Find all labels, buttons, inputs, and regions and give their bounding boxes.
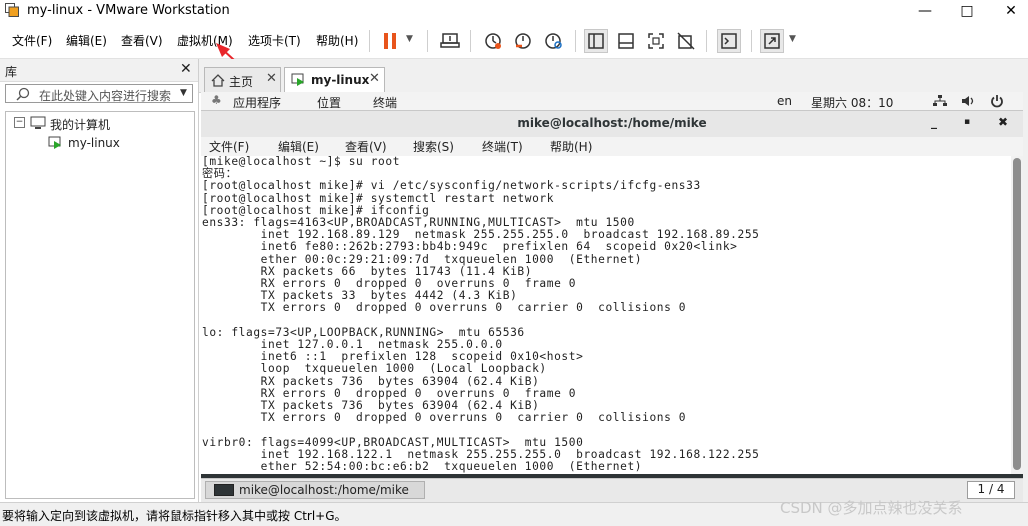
library-tree: − 我的计算机 my-linux <box>5 111 195 499</box>
vm-running-icon <box>291 73 304 86</box>
terminal-line: [mike@localhost ~]$ su root <box>202 156 401 168</box>
tab-home[interactable]: 主页 ✕ <box>204 67 281 92</box>
terminal-menu-terminal[interactable]: 终端(T) <box>482 138 523 155</box>
close-button[interactable]: ✕ <box>996 0 1026 22</box>
home-icon <box>211 74 225 87</box>
terminal-scroll-thumb[interactable] <box>1013 158 1021 470</box>
library-header: 库 ✕ <box>0 59 198 82</box>
tab-strip: 主页 ✕ my-linux ✕ <box>199 59 1028 93</box>
thumbnail-bar-icon[interactable] <box>614 29 638 53</box>
tab-my-linux[interactable]: my-linux ✕ <box>284 67 385 92</box>
tab-my-linux-label: my-linux <box>311 73 370 87</box>
tab-home-label: 主页 <box>229 75 254 89</box>
send-ctrl-alt-del-icon[interactable] <box>438 29 462 53</box>
clock[interactable]: 星期六 08：10 <box>811 94 893 111</box>
volume-icon[interactable] <box>961 95 977 107</box>
title-bar: my-linux - VMware Workstation — □ ✕ <box>0 0 1028 22</box>
vm-running-icon <box>48 136 61 149</box>
terminal-line: loop txqueuelen 1000 (Local Loopback) <box>202 362 547 376</box>
menu-edit[interactable]: 编辑(E) <box>66 32 107 49</box>
network-icon[interactable] <box>932 95 948 107</box>
terminal-line: inet6 fe80::262b:2793:bb4b:949c prefixle… <box>202 240 738 254</box>
library-panel: 库 ✕ 在此处键入内容进行搜索 ▼ − 我的计算机 my-linux <box>0 59 199 502</box>
library-title: 库 <box>5 65 18 79</box>
chevron-down-icon[interactable]: ▼ <box>406 34 413 44</box>
terminal-scrollbar[interactable] <box>1011 156 1023 474</box>
search-placeholder: 在此处键入内容进行搜索 <box>39 89 172 103</box>
search-icon <box>16 87 30 101</box>
terminal-menubar: 文件(F) 编辑(E) 查看(V) 搜索(S) 终端(T) 帮助(H) <box>201 137 1023 156</box>
terminal-titlebar: mike@localhost:/home/mike _ ▪ ✖ <box>201 111 1023 138</box>
guest-screen[interactable]: ♣ 应用程序 位置 终端 en 星期六 08：10 mike@localhost… <box>201 92 1023 502</box>
input-language[interactable]: en <box>777 94 792 108</box>
status-message: 要将输入定向到该虚拟机，请将鼠标指针移入其中或按 Ctrl+G。 <box>2 509 347 523</box>
terminal-menu-search[interactable]: 搜索(S) <box>413 138 454 155</box>
terminal-line: ether 00:0c:29:21:09:7d txqueuelen 1000 … <box>202 252 643 266</box>
terminal-app-menu[interactable]: 终端 <box>373 94 397 111</box>
window-title: my-linux - VMware Workstation <box>27 3 230 18</box>
menu-file[interactable]: 文件(F) <box>12 32 52 49</box>
show-library-icon[interactable] <box>584 29 608 53</box>
pause-icon[interactable] <box>378 29 402 53</box>
terminal-minimize-button[interactable]: _ <box>931 115 937 129</box>
unity-icon[interactable] <box>674 29 698 53</box>
terminal-maximize-button[interactable]: ▪ <box>964 117 970 127</box>
terminal-menu-help[interactable]: 帮助(H) <box>550 138 592 155</box>
close-icon[interactable]: ✕ <box>266 71 277 86</box>
close-icon[interactable]: ✕ <box>369 71 380 86</box>
chevron-down-icon[interactable]: ▼ <box>180 88 187 98</box>
places-menu[interactable]: 位置 <box>317 94 341 111</box>
terminal-line: [root@localhost mike]# vi /etc/sysconfig… <box>202 179 701 193</box>
apps-icon: ♣ <box>211 93 222 107</box>
terminal-close-button[interactable]: ✖ <box>998 115 1008 129</box>
collapse-toggle[interactable]: − <box>14 117 25 128</box>
minimize-button[interactable]: — <box>910 0 940 22</box>
terminal-title: mike@localhost:/home/mike <box>517 116 707 130</box>
terminal-menu-view[interactable]: 查看(V) <box>345 138 387 155</box>
window-list-label: mike@localhost:/home/mike <box>239 483 409 497</box>
stretch-icon[interactable] <box>760 29 784 53</box>
menu-view[interactable]: 查看(V) <box>121 32 163 49</box>
library-close-icon[interactable]: ✕ <box>180 61 192 77</box>
snapshot-icon[interactable] <box>481 29 505 53</box>
terminal-line: ether 52:54:00:bc:e6:b2 txqueuelen 1000 … <box>202 460 643 474</box>
applications-menu[interactable]: 应用程序 <box>233 94 281 111</box>
watermark: CSDN @多加点辣也没关系 <box>780 499 963 517</box>
terminal-menu-file[interactable]: 文件(F) <box>209 138 249 155</box>
library-search-input[interactable]: 在此处键入内容进行搜索 ▼ <box>5 84 193 103</box>
gnome-top-bar: ♣ 应用程序 位置 终端 en 星期六 08：10 <box>201 92 1023 111</box>
power-icon[interactable] <box>990 94 1004 108</box>
workspace-indicator[interactable]: 1 / 4 <box>967 481 1015 499</box>
maximize-button[interactable]: □ <box>952 0 982 22</box>
console-view-icon[interactable] <box>717 29 741 53</box>
tree-item-my-computer[interactable]: 我的计算机 <box>50 116 110 133</box>
terminal-line: TX errors 0 dropped 0 overruns 0 carrier… <box>202 301 687 315</box>
window-list-item[interactable]: mike@localhost:/home/mike <box>205 481 425 499</box>
tree-item-my-linux[interactable]: my-linux <box>68 136 120 150</box>
vmware-app-icon <box>5 3 19 17</box>
chevron-down-icon[interactable]: ▼ <box>789 34 796 44</box>
terminal-line: [root@localhost mike]# systemctl restart… <box>202 191 555 205</box>
status-bar: 要将输入定向到该虚拟机，请将鼠标指针移入其中或按 Ctrl+G。 CSDN @多… <box>0 499 1028 526</box>
terminal-menu-edit[interactable]: 编辑(E) <box>278 138 319 155</box>
terminal-line: TX errors 0 dropped 0 overruns 0 carrier… <box>202 411 687 425</box>
terminal-icon <box>214 484 234 496</box>
computer-icon <box>30 116 46 129</box>
app-scrollbar[interactable] <box>1023 92 1028 502</box>
snapshot-manager-icon[interactable] <box>541 29 565 53</box>
fullscreen-icon[interactable] <box>644 29 668 53</box>
menu-help[interactable]: 帮助(H) <box>316 32 358 49</box>
terminal-line <box>201 424 1011 436</box>
terminal-output[interactable]: [mike@localhost ~]$ su root 密码： [root@loca… <box>201 156 1011 474</box>
revert-snapshot-icon[interactable] <box>511 29 535 53</box>
terminal-line <box>201 315 1011 327</box>
menu-toolbar: 文件(F) 编辑(E) 查看(V) 虚拟机(M) 选项卡(T) 帮助(H) ▼ … <box>0 22 1028 59</box>
